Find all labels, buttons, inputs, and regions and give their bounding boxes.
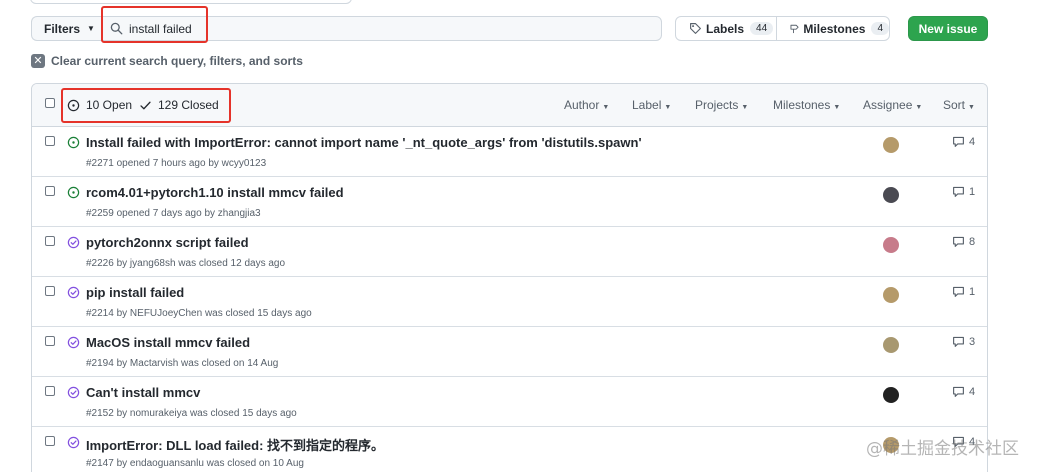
issue-meta: #2214 by NEFUJoeyChen was closed 15 days… [86,308,312,319]
issue-closed-icon [67,386,80,399]
issue-row[interactable]: MacOS install mmcv failed #2194 by Mactar… [32,327,987,377]
label-filter[interactable]: Label ▼ [632,98,671,112]
watermark: @稀土掘金技术社区 [866,439,1019,459]
comments-link[interactable]: 3 [952,335,975,348]
filters-button[interactable]: Filters ▼ [31,16,102,41]
issue-closed-icon [67,336,80,349]
search-highlight-box [101,6,208,43]
issue-row[interactable]: rcom4.01+pytorch1.10 install mmcv failed… [32,177,987,227]
issue-meta: #2271 opened 7 hours ago by wcyy0123 [86,158,267,169]
milestones-label: Milestones [803,21,866,36]
caret-down-icon: ▼ [741,104,749,111]
comments-link[interactable]: 4 [952,385,975,398]
issue-row[interactable]: Install failed with ImportError: cannot … [32,127,987,177]
top-input-stub [30,0,352,4]
avatar[interactable] [883,187,899,203]
sort-filter-label: Sort [943,98,966,112]
caret-down-icon: ▼ [87,24,95,33]
issue-title[interactable]: MacOS install mmcv failed [86,335,250,350]
labels-button[interactable]: Labels 44 [675,16,777,41]
issue-title[interactable]: Can't install mmcv [86,385,200,400]
comment-icon [953,386,964,397]
issue-checkbox[interactable] [45,186,55,196]
issue-meta: #2194 by Mactarvish was closed on 14 Aug [86,358,279,369]
issue-row[interactable]: pip install failed #2214 by NEFUJoeyChen … [32,277,987,327]
state-highlight-box [61,88,231,123]
issue-title[interactable]: pip install failed [86,285,184,300]
sort-filter[interactable]: Sort ▼ [943,98,975,112]
issue-title[interactable]: pytorch2onnx script failed [86,235,249,250]
comment-count: 3 [969,335,976,348]
issue-title[interactable]: Install failed with ImportError: cannot … [86,135,642,150]
caret-down-icon: ▼ [602,104,610,111]
tag-icon [690,23,701,34]
comment-icon [953,236,964,247]
issue-closed-icon [67,236,80,249]
issue-checkbox[interactable] [45,336,55,346]
caret-down-icon: ▼ [664,104,672,111]
author-filter-label: Author [564,98,600,112]
caret-down-icon: ▼ [833,104,841,111]
comment-count: 1 [969,285,976,298]
label-filter-label: Label [632,98,662,112]
milestones-filter[interactable]: Milestones ▼ [773,98,840,112]
avatar[interactable] [883,387,899,403]
issue-title[interactable]: ImportError: DLL load failed: 找不到指定的程序。 [86,435,384,454]
comment-count: 8 [969,235,976,248]
comment-count: 1 [969,185,976,198]
avatar[interactable] [883,137,899,153]
issue-closed-icon [67,436,80,449]
caret-down-icon: ▼ [915,104,923,111]
comment-icon [953,186,964,197]
issue-checkbox[interactable] [45,236,55,246]
comments-link[interactable]: 1 [952,285,975,298]
comment-icon [953,136,964,147]
comment-icon [953,336,964,347]
issue-title[interactable]: rcom4.01+pytorch1.10 install mmcv failed [86,185,344,200]
comment-count: 4 [969,385,976,398]
avatar[interactable] [883,337,899,353]
new-issue-label: New issue [918,21,978,36]
issue-checkbox[interactable] [45,436,55,446]
issue-checkbox[interactable] [45,136,55,146]
issue-closed-icon [67,286,80,299]
clear-query-label: Clear current search query, filters, and… [51,54,303,68]
issue-meta: #2152 by nomurakeiya was closed 15 days … [86,408,297,419]
milestones-filter-label: Milestones [773,98,831,112]
labels-label: Labels [706,21,745,36]
issue-meta: #2259 opened 7 days ago by zhangjia3 [86,208,261,219]
projects-filter-label: Projects [695,98,739,112]
issue-meta: #2226 by jyang68sh was closed 12 days ag… [86,258,286,269]
issue-row[interactable]: pytorch2onnx script failed #2226 by jyang… [32,227,987,277]
issue-checkbox[interactable] [45,286,55,296]
issues-list: 10 Open 129 Closed Author ▼ Label ▼ Projec… [31,83,988,472]
comment-icon [953,286,964,297]
avatar[interactable] [883,237,899,253]
issue-open-icon [67,136,80,149]
issue-row[interactable]: ImportError: DLL load failed: 找不到指定的程序。 #… [32,427,987,472]
milestone-icon [790,24,799,34]
caret-down-icon: ▼ [968,104,975,111]
select-all-checkbox[interactable] [45,98,55,108]
issue-meta: #2147 by endaoguansanlu was closed on 10… [86,458,304,469]
comments-link[interactable]: 4 [952,135,975,148]
assignee-filter-label: Assignee [863,98,913,112]
new-issue-button[interactable]: New issue [908,16,988,41]
comments-link[interactable]: 1 [952,185,975,198]
clear-query-link[interactable]: ✕ Clear current search query, filters, a… [31,54,303,68]
issue-open-icon [67,186,80,199]
issue-checkbox[interactable] [45,386,55,396]
comment-count: 4 [969,135,976,148]
author-filter[interactable]: Author ▼ [564,98,609,112]
comments-link[interactable]: 8 [952,235,975,248]
milestones-button[interactable]: Milestones 4 [776,16,890,41]
close-icon: ✕ [31,54,45,68]
milestones-count: 4 [871,22,889,35]
filters-label: Filters [44,21,81,36]
avatar[interactable] [883,287,899,303]
labels-count: 44 [750,22,774,35]
issue-row[interactable]: Can't install mmcv #2152 by nomurakeiya w… [32,377,987,427]
assignee-filter[interactable]: Assignee ▼ [863,98,922,112]
projects-filter[interactable]: Projects ▼ [695,98,748,112]
